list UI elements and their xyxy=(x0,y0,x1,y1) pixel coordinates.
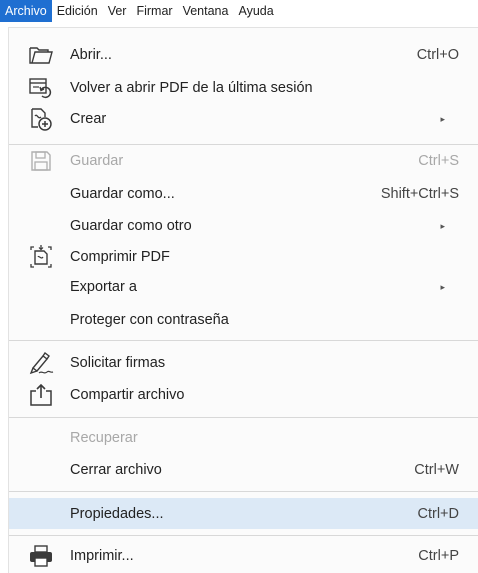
menu-bar: Archivo Edición Ver Firmar Ventana Ayuda xyxy=(0,0,478,22)
submenu-arrow-icon: ▸ xyxy=(440,281,445,292)
menu-item-label: Comprimir PDF xyxy=(70,249,170,265)
menu-item-crear[interactable]: Crear ▸ xyxy=(9,103,478,135)
menu-item-recuperar: Recuperar xyxy=(9,422,478,454)
menu-item-solicitar-firmas[interactable]: Solicitar firmas xyxy=(9,347,478,379)
menu-item-shortcut: Shift+Ctrl+S xyxy=(380,186,459,202)
menu-item-label: Recuperar xyxy=(70,430,138,446)
menu-item-label: Proteger con contraseña xyxy=(70,312,229,328)
submenu-arrow-icon: ▸ xyxy=(440,113,445,124)
menu-item-imprimir[interactable]: Imprimir... Ctrl+P xyxy=(9,540,478,572)
create-pdf-icon xyxy=(27,105,55,133)
menu-item-label: Imprimir... xyxy=(70,548,134,564)
menu-item-label: Exportar a xyxy=(70,279,137,295)
menu-item-shortcut: Ctrl+P xyxy=(418,548,459,564)
menu-item-shortcut: Ctrl+S xyxy=(418,153,459,169)
menu-item-label: Solicitar firmas xyxy=(70,355,166,371)
menu-item-label: Volver a abrir PDF de la última sesión xyxy=(70,80,313,96)
printer-icon xyxy=(27,542,55,570)
menu-item-label: Propiedades... xyxy=(70,505,164,522)
menu-item-label: Abrir... xyxy=(70,47,112,63)
menu-item-exportar-a[interactable]: Exportar a ▸ xyxy=(9,271,478,303)
menu-item-abrir[interactable]: Abrir... Ctrl+O xyxy=(9,39,478,71)
menu-item-label: Crear xyxy=(70,111,107,127)
menubar-firmar[interactable]: Firmar xyxy=(131,0,177,22)
menu-item-label: Guardar xyxy=(70,153,124,169)
menu-separator xyxy=(9,417,478,418)
submenu-arrow-icon: ▸ xyxy=(440,220,445,231)
menubar-ventana[interactable]: Ventana xyxy=(178,0,234,22)
menu-item-shortcut: Ctrl+W xyxy=(414,462,459,478)
menu-item-label: Cerrar archivo xyxy=(70,462,162,478)
archivo-dropdown-menu: Abrir... Ctrl+O Volver a abrir PDF de la… xyxy=(8,27,478,573)
menu-item-compartir-archivo[interactable]: Compartir archivo xyxy=(9,379,478,411)
menu-item-guardar-como-otro[interactable]: Guardar como otro ▸ xyxy=(9,210,478,242)
menu-item-guardar: Guardar Ctrl+S xyxy=(9,145,478,177)
menubar-edicion[interactable]: Edición xyxy=(52,0,103,22)
menu-item-shortcut: Ctrl+D xyxy=(417,505,460,522)
menu-item-comprimir-pdf[interactable]: Comprimir PDF xyxy=(9,241,478,273)
menu-item-volver-a-abrir[interactable]: Volver a abrir PDF de la última sesión xyxy=(9,72,478,104)
menubar-ver[interactable]: Ver xyxy=(103,0,132,22)
menu-separator xyxy=(9,340,478,341)
folder-open-icon xyxy=(27,41,55,69)
save-icon xyxy=(27,147,55,175)
menu-item-label: Guardar como otro xyxy=(70,218,192,234)
menu-item-label: Guardar como... xyxy=(70,186,175,202)
menubar-archivo[interactable]: Archivo xyxy=(0,0,52,22)
menu-item-shortcut: Ctrl+O xyxy=(416,47,459,63)
menu-item-proteger-con-contrasena[interactable]: Proteger con contraseña xyxy=(9,304,478,336)
menubar-ayuda[interactable]: Ayuda xyxy=(233,0,278,22)
menu-item-guardar-como[interactable]: Guardar como... Shift+Ctrl+S xyxy=(9,178,478,210)
request-signature-icon xyxy=(27,349,55,377)
menu-separator xyxy=(9,491,478,492)
menu-item-cerrar-archivo[interactable]: Cerrar archivo Ctrl+W xyxy=(9,454,478,486)
menu-separator xyxy=(9,535,478,536)
menu-item-label: Compartir archivo xyxy=(70,387,185,403)
menu-item-propiedades[interactable]: Propiedades... Ctrl+D xyxy=(9,498,478,529)
compress-pdf-icon xyxy=(27,243,55,271)
reopen-session-icon xyxy=(27,74,55,102)
share-icon xyxy=(27,381,55,409)
